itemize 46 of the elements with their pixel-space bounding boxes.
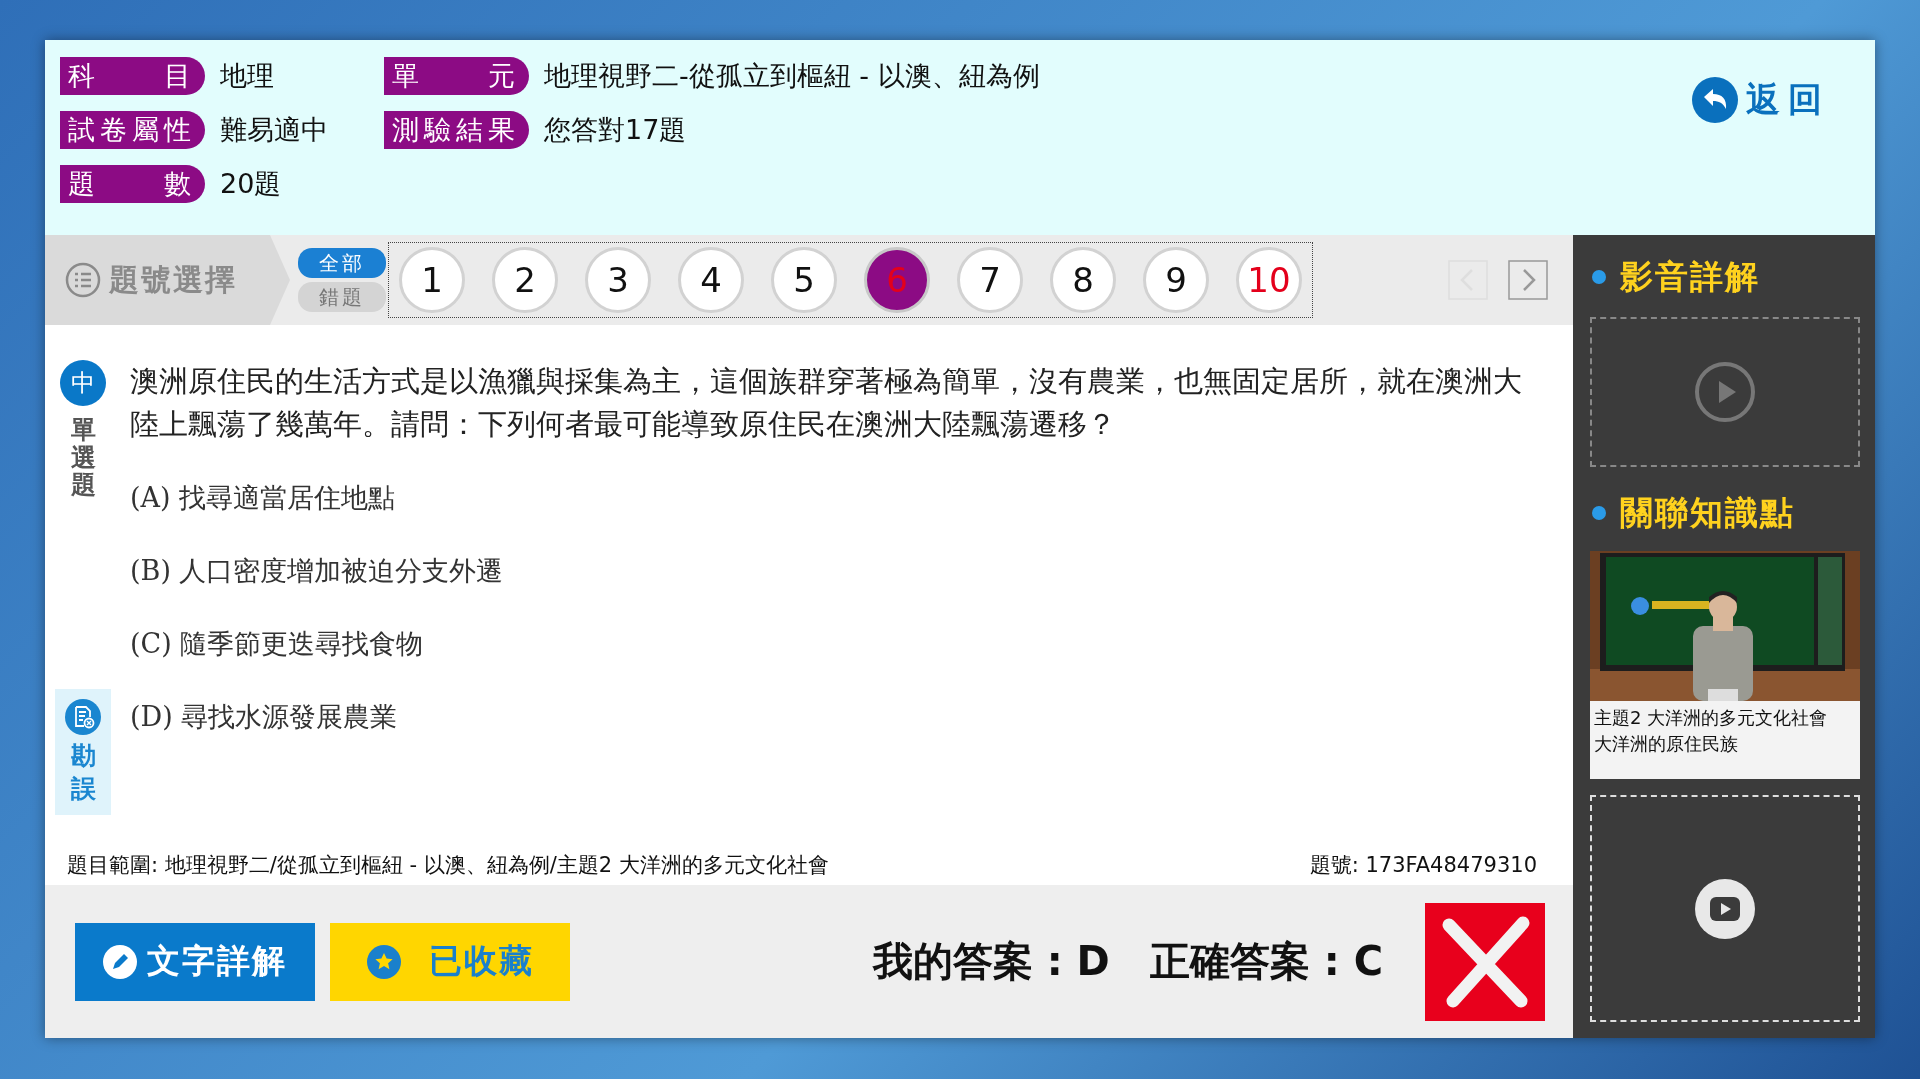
field-label: 題數 <box>60 165 205 203</box>
filter-tab[interactable]: 全部 <box>298 248 386 278</box>
pencil-icon <box>103 944 137 979</box>
lesson-title: 主題2 大洋洲的多元文化社會 <box>1594 706 1829 730</box>
answer-option[interactable]: (D) 尋找水源發展農業 <box>130 695 1533 738</box>
field-label: 試卷屬性 <box>60 111 205 149</box>
field-value: 您答對17題 <box>544 113 688 147</box>
correct-answer: 正確答案 : C <box>1149 937 1383 986</box>
question-number-button[interactable]: 4 <box>678 247 744 313</box>
list-icon <box>65 262 101 298</box>
field-label: 科目 <box>60 57 205 95</box>
question-number-button[interactable]: 10 <box>1236 247 1302 313</box>
question-type: 單選題 <box>70 416 96 499</box>
section-title: 題號選擇 <box>109 260 237 299</box>
lesson-subtitle: 大洋洲的原住民族 <box>1594 732 1739 756</box>
answer-option[interactable]: (B) 人口密度增加被迫分支外遷 <box>130 549 1533 592</box>
section-heading: 影音詳解 <box>1620 255 1760 298</box>
field-label: 測驗結果 <box>384 111 529 149</box>
field-label: 單元 <box>384 57 529 95</box>
bullet-icon <box>1592 270 1606 284</box>
section-heading: 關聯知識點 <box>1620 491 1795 534</box>
question-number-button[interactable]: 1 <box>399 247 465 313</box>
field-value: 地理視野二-從孤立到樞紐 - 以澳、紐為例 <box>544 59 1040 93</box>
next-icon[interactable] <box>1508 260 1548 300</box>
question-number-button[interactable]: 8 <box>1050 247 1116 313</box>
question-number-button[interactable]: 3 <box>585 247 651 313</box>
explanation-button[interactable]: 文字詳解 <box>75 922 315 1001</box>
lesson-card[interactable]: 主題2 大洋洲的多元文化社會 大洋洲的原住民族 <box>1590 551 1860 779</box>
question-scope: 題目範圍: 地理視野二/從孤立到樞紐 - 以澳、紐為例/主題2 大洋洲的多元文化社會 <box>67 852 829 879</box>
my-answer: 我的答案 : D <box>872 937 1110 986</box>
question-number-button[interactable]: 9 <box>1143 247 1209 313</box>
bullet-icon <box>1592 506 1606 520</box>
field-value: 難易適中 <box>220 113 329 147</box>
field-value: 20題 <box>220 167 283 201</box>
question-number-button[interactable]: 5 <box>771 247 837 313</box>
question-text: 澳洲原住民的生活方式是以漁獵與採集為主，這個族群穿著極為簡單，沒有農業，也無固定居所，就在澳洲大陸上飄蕩了幾萬年。請問：下列何者最可能導致原住民在澳洲大陸飄蕩遷移？ <box>130 363 1523 443</box>
back-button[interactable]: 返回 <box>1692 77 1830 123</box>
answer-option[interactable]: (C) 隨季節更迭尋找食物 <box>130 622 1533 665</box>
field-value: 地理 <box>220 59 275 93</box>
question-number-button[interactable]: 2 <box>492 247 558 313</box>
answer-option[interactable]: (A) 找尋適當居住地點 <box>130 476 1533 519</box>
question-number-button[interactable]: 7 <box>957 247 1023 313</box>
question-code: 題號: 173FA48479310 <box>1309 852 1537 879</box>
document-icon <box>65 699 101 735</box>
difficulty-badge: 中 <box>60 360 106 406</box>
play-button[interactable] <box>1694 877 1756 940</box>
